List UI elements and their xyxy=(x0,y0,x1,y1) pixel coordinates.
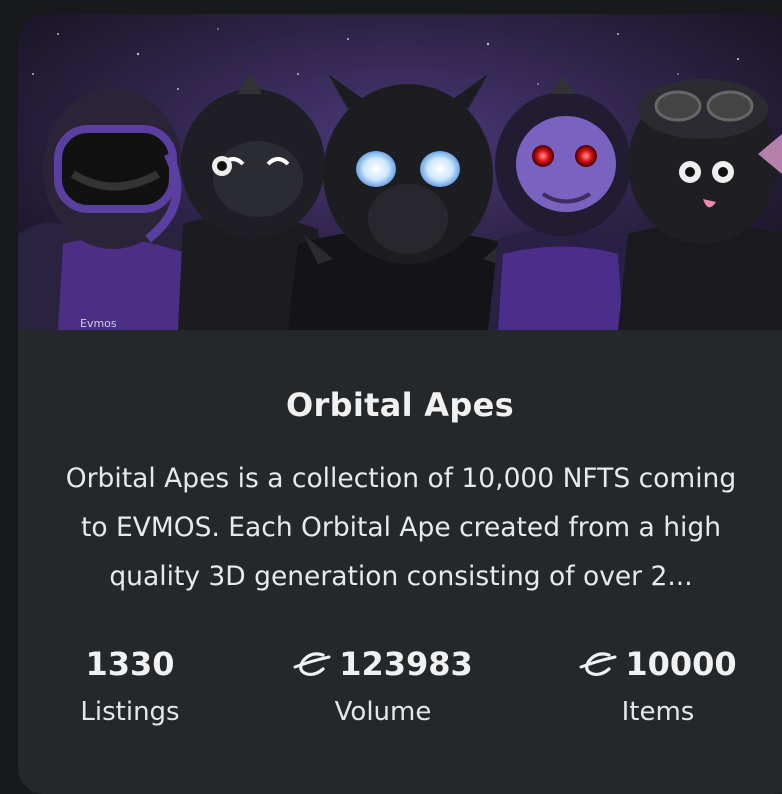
description-line: to EVMOS. Each Orbital Ape created from … xyxy=(81,512,721,543)
banner-badge-text: Evmos xyxy=(80,317,117,330)
description-line: quality 3D generation consisting of over… xyxy=(109,561,693,592)
listings-label: Listings xyxy=(80,697,180,727)
collection-card[interactable]: Evmos Orbital Apes Orbital Apes is a col… xyxy=(18,14,782,794)
volume-label: Volume xyxy=(334,697,432,727)
stat-listings: 1330 Listings xyxy=(50,642,210,735)
items-label: Items xyxy=(621,697,695,727)
evmos-coin-icon xyxy=(579,652,617,677)
collection-banner-image: Evmos xyxy=(18,14,782,330)
collection-description: Orbital Apes is a collection of 10,000 N… xyxy=(56,454,746,601)
volume-value: 123983 xyxy=(339,645,473,683)
evmos-coin-icon xyxy=(293,652,331,677)
collection-title[interactable]: Orbital Apes xyxy=(18,386,782,424)
description-line: Orbital Apes is a collection of 10,000 N… xyxy=(65,463,737,494)
stat-items: 10000 Items xyxy=(558,642,758,735)
listings-value: 1330 xyxy=(85,645,175,683)
items-value: 10000 xyxy=(625,645,737,683)
stat-volume: 123983 Volume xyxy=(268,642,498,735)
